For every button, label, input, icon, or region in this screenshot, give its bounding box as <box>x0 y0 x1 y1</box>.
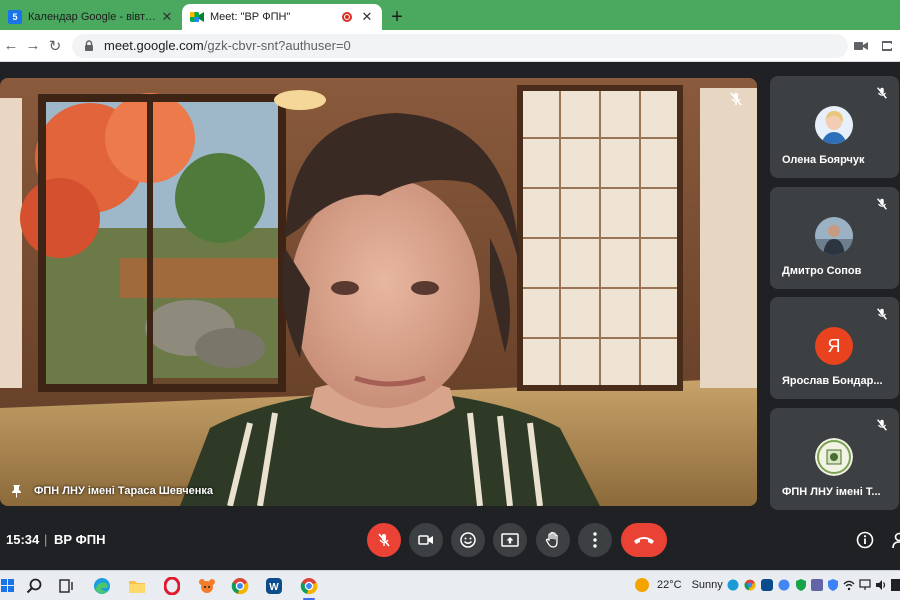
chrome-icon[interactable] <box>230 576 250 596</box>
tab-calendar[interactable]: 5 Календар Google - вівторок, 5 вересн ✕ <box>0 4 182 30</box>
raise-hand-icon <box>545 531 558 548</box>
new-tab-icon[interactable]: + <box>382 4 412 30</box>
reactions-button[interactable] <box>451 523 485 557</box>
info-button[interactable] <box>852 527 878 553</box>
forward-icon[interactable]: → <box>22 35 44 57</box>
more-options-icon <box>593 532 597 548</box>
wifi-icon[interactable] <box>843 579 855 591</box>
back-icon[interactable]: ← <box>0 35 22 57</box>
file-explorer-icon[interactable] <box>127 576 147 596</box>
skype-icon[interactable] <box>727 579 739 591</box>
svg-text:W: W <box>269 582 279 593</box>
recording-icon <box>342 12 352 22</box>
participant-name: Дмитро Сопов <box>782 265 862 277</box>
zoom-app-icon[interactable]: W <box>264 576 284 596</box>
participant-tile[interactable]: Дмитро Сопов <box>770 187 899 289</box>
search-icon[interactable] <box>24 576 44 596</box>
video-frame <box>0 78 757 506</box>
shield-icon[interactable] <box>795 579 807 591</box>
screen: 5 Календар Google - вівторок, 5 вересн ✕… <box>0 0 900 600</box>
mic-off-icon <box>873 416 891 434</box>
zoom-app-icon[interactable] <box>761 579 773 591</box>
address-bar[interactable]: meet.google.com/gzk-cbvr-snt?authuser=0 <box>72 33 848 58</box>
language-icon[interactable] <box>890 579 900 591</box>
address-host: meet.google.com <box>104 38 204 53</box>
main-participant-name: ФПН ЛНУ імені Тараса Шевченка <box>34 485 214 497</box>
participant-name: Олена Боярчук <box>782 154 865 166</box>
close-icon[interactable]: ✕ <box>160 9 174 25</box>
emoji-icon <box>460 532 476 548</box>
people-icon <box>892 532 900 549</box>
weather-condition: Sunny <box>691 579 723 591</box>
participant-name: ФПН ЛНУ імені Т... <box>782 486 881 498</box>
raise-hand-button[interactable] <box>536 523 570 557</box>
browser-tab-strip: 5 Календар Google - вівторок, 5 вересн ✕… <box>0 0 900 30</box>
tab-title: Календар Google - вівторок, 5 вересн <box>28 11 160 23</box>
meet-icon <box>190 10 204 24</box>
participant-tile[interactable]: Я Ярослав Бондар... <box>770 297 899 399</box>
participant-tile[interactable]: Олена Боярчук <box>770 76 899 178</box>
main-video[interactable]: ФПН ЛНУ імені Тараса Шевченка <box>0 78 757 506</box>
chrome-icon[interactable] <box>744 579 756 591</box>
calendar-icon: 5 <box>8 10 22 24</box>
camera-video-icon <box>418 535 433 545</box>
edge-icon[interactable] <box>92 576 112 596</box>
address-path: /gzk-cbvr-snt?authuser=0 <box>203 38 351 53</box>
avatar <box>815 217 853 255</box>
chrome-icon[interactable] <box>299 576 319 600</box>
shield-icon[interactable] <box>827 579 839 591</box>
participant-tile[interactable]: ФПН ЛНУ імені Т... <box>770 408 899 510</box>
avatar <box>815 106 853 144</box>
avatar: Я <box>815 327 853 365</box>
main-participant-label: ФПН ЛНУ імені Тараса Шевченка <box>10 484 213 498</box>
present-icon <box>501 533 519 547</box>
games-icon[interactable] <box>197 576 217 596</box>
windows-start-icon[interactable] <box>0 576 18 596</box>
pin-icon[interactable] <box>10 484 24 498</box>
meet-stage: ФПН ЛНУ імені Тараса Шевченка Олена Бояр… <box>0 62 900 570</box>
tab-meet[interactable]: Meet: "ВР ФПН" ✕ <box>182 4 382 30</box>
info-icon <box>856 531 874 549</box>
mic-off-icon <box>873 84 891 102</box>
meeting-title: ВР ФПН <box>54 532 106 547</box>
mic-off-icon <box>873 195 891 213</box>
task-view-icon[interactable] <box>57 576 77 596</box>
people-button[interactable] <box>886 527 900 553</box>
close-icon[interactable]: ✕ <box>360 9 374 25</box>
browser-toolbar: ← → ↻ meet.google.com/gzk-cbvr-snt?authu… <box>0 30 900 62</box>
tab-title: Meet: "ВР ФПН" <box>210 11 291 23</box>
sun-icon <box>635 578 649 592</box>
mic-off-icon <box>725 88 747 110</box>
end-call-button[interactable] <box>621 523 667 557</box>
control-bar: 15:34 | ВР ФПН <box>0 519 900 563</box>
monitor-icon[interactable] <box>859 579 871 591</box>
mic-toggle-button[interactable] <box>367 523 401 557</box>
mic-off-icon <box>378 533 390 547</box>
teams-icon[interactable] <box>811 579 823 591</box>
address-url: meet.google.com/gzk-cbvr-snt?authuser=0 <box>104 38 838 53</box>
temperature: 22°C <box>657 579 682 591</box>
camera-icon[interactable] <box>848 35 874 57</box>
windows-taskbar: W 22°C Sunny <box>0 570 900 600</box>
reload-icon[interactable]: ↻ <box>44 35 66 57</box>
camera-toggle-button[interactable] <box>409 523 443 557</box>
chrome-icon[interactable] <box>778 579 790 591</box>
extension-icon[interactable] <box>874 35 900 57</box>
lock-icon[interactable] <box>82 39 96 53</box>
volume-icon[interactable] <box>875 579 887 591</box>
weather-widget[interactable]: 22°C Sunny <box>635 578 723 592</box>
title-separator: | <box>44 532 48 547</box>
participant-name: Ярослав Бондар... <box>782 375 883 387</box>
end-call-icon <box>634 537 654 544</box>
present-button[interactable] <box>493 523 527 557</box>
more-options-button[interactable] <box>578 523 612 557</box>
avatar <box>815 438 853 476</box>
opera-icon[interactable] <box>162 576 182 596</box>
meeting-clock: 15:34 <box>6 532 40 547</box>
mic-off-icon <box>873 305 891 323</box>
